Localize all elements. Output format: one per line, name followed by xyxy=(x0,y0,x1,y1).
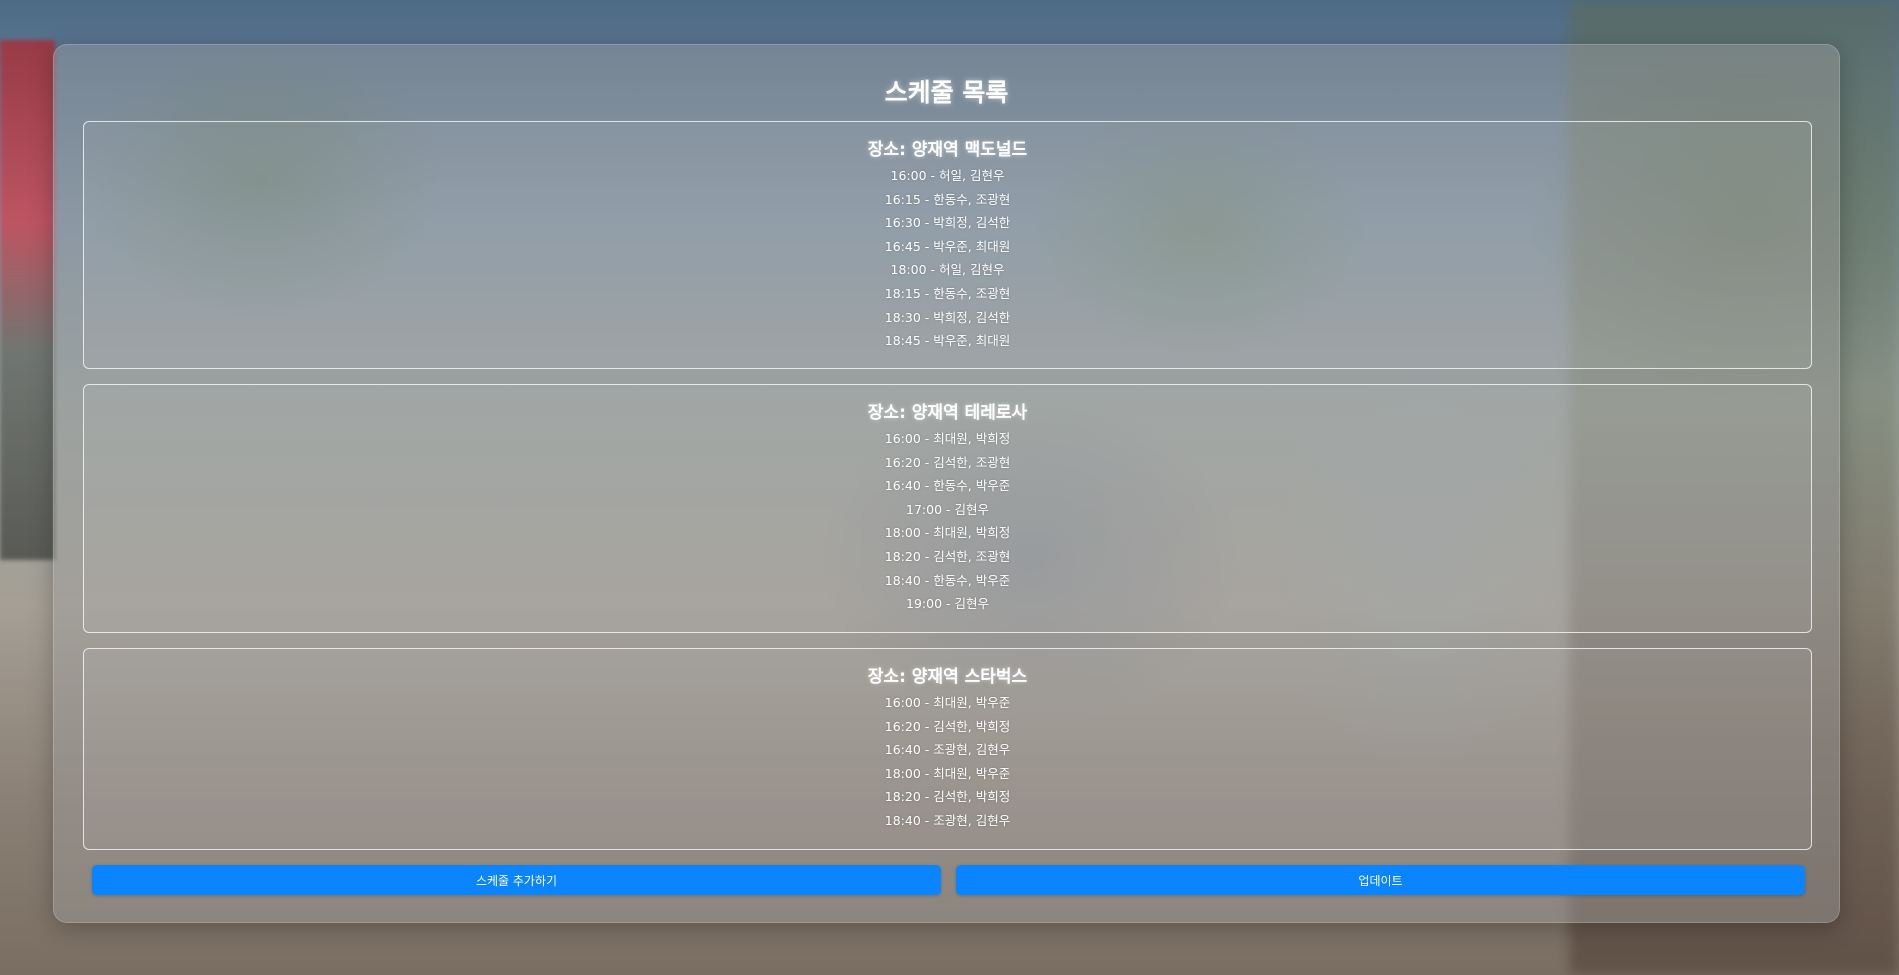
background-awning xyxy=(0,40,55,560)
schedule-item: 18:20 - 김석한, 박희정 xyxy=(884,789,1011,805)
schedule-item: 16:45 - 박우준, 최대원 xyxy=(884,238,1011,254)
schedule-item: 18:20 - 김석한, 조광현 xyxy=(884,548,1011,564)
schedule-item: 18:15 - 한동수, 조광현 xyxy=(884,285,1011,301)
location-card-starbucks: 장소: 양재역 스타벅스 16:00 - 최대원, 박우준 16:20 - 김석… xyxy=(83,648,1812,850)
update-button[interactable]: 업데이트 xyxy=(956,865,1805,895)
schedule-list: 16:00 - 최대원, 박우준 16:20 - 김석한, 박희정 16:40 … xyxy=(84,691,1811,833)
add-schedule-button[interactable]: 스케줄 추가하기 xyxy=(92,865,941,895)
schedule-item: 18:00 - 최대원, 박희정 xyxy=(884,525,1011,541)
location-title: 장소: 양재역 맥도널드 xyxy=(867,140,1028,160)
schedule-item: 16:20 - 김석한, 조광현 xyxy=(884,454,1011,470)
location-card-terarosa: 장소: 양재역 테레로사 16:00 - 최대원, 박희정 16:20 - 김석… xyxy=(83,384,1812,633)
schedule-item: 19:00 - 김현우 xyxy=(906,596,989,612)
location-title: 장소: 양재역 테레로사 xyxy=(867,403,1028,423)
schedule-item: 18:40 - 조광현, 김현우 xyxy=(884,812,1011,828)
schedule-item: 16:00 - 허일, 김현우 xyxy=(890,168,1005,183)
schedule-item: 16:30 - 박희정, 김석한 xyxy=(884,215,1011,231)
schedule-item: 18:00 - 허일, 김현우 xyxy=(890,262,1005,278)
schedule-item: 16:15 - 한동수, 조광현 xyxy=(884,191,1011,207)
page-title: 스케줄 목록 xyxy=(884,78,1009,107)
schedule-list: 16:00 - 최대원, 박희정 16:20 - 김석한, 조광현 16:40 … xyxy=(84,427,1811,616)
schedule-item: 18:40 - 한동수, 박우준 xyxy=(884,572,1011,588)
schedule-item: 16:00 - 최대원, 박희정 xyxy=(884,431,1011,446)
schedule-item: 16:00 - 최대원, 박우준 xyxy=(884,695,1011,710)
schedule-item: 16:40 - 조광현, 김현우 xyxy=(884,742,1011,758)
location-title: 장소: 양재역 스타벅스 xyxy=(867,667,1028,687)
schedule-item: 17:00 - 김현우 xyxy=(906,501,989,517)
location-card-mcdonalds: 장소: 양재역 맥도널드 16:00 - 허일, 김현우 16:15 - 한동수… xyxy=(83,121,1812,369)
schedule-item: 16:20 - 김석한, 박희정 xyxy=(884,718,1011,734)
schedule-item: 16:40 - 한동수, 박우준 xyxy=(884,478,1011,494)
schedule-panel: 스케줄 목록 장소: 양재역 맥도널드 16:00 - 허일, 김현우 16:1… xyxy=(53,44,1840,923)
schedule-item: 18:00 - 최대원, 박우준 xyxy=(884,765,1011,781)
schedule-item: 18:45 - 박우준, 최대원 xyxy=(884,333,1011,349)
schedule-list: 16:00 - 허일, 김현우 16:15 - 한동수, 조광현 16:30 -… xyxy=(84,164,1811,353)
schedule-item: 18:30 - 박희정, 김석한 xyxy=(884,309,1011,325)
